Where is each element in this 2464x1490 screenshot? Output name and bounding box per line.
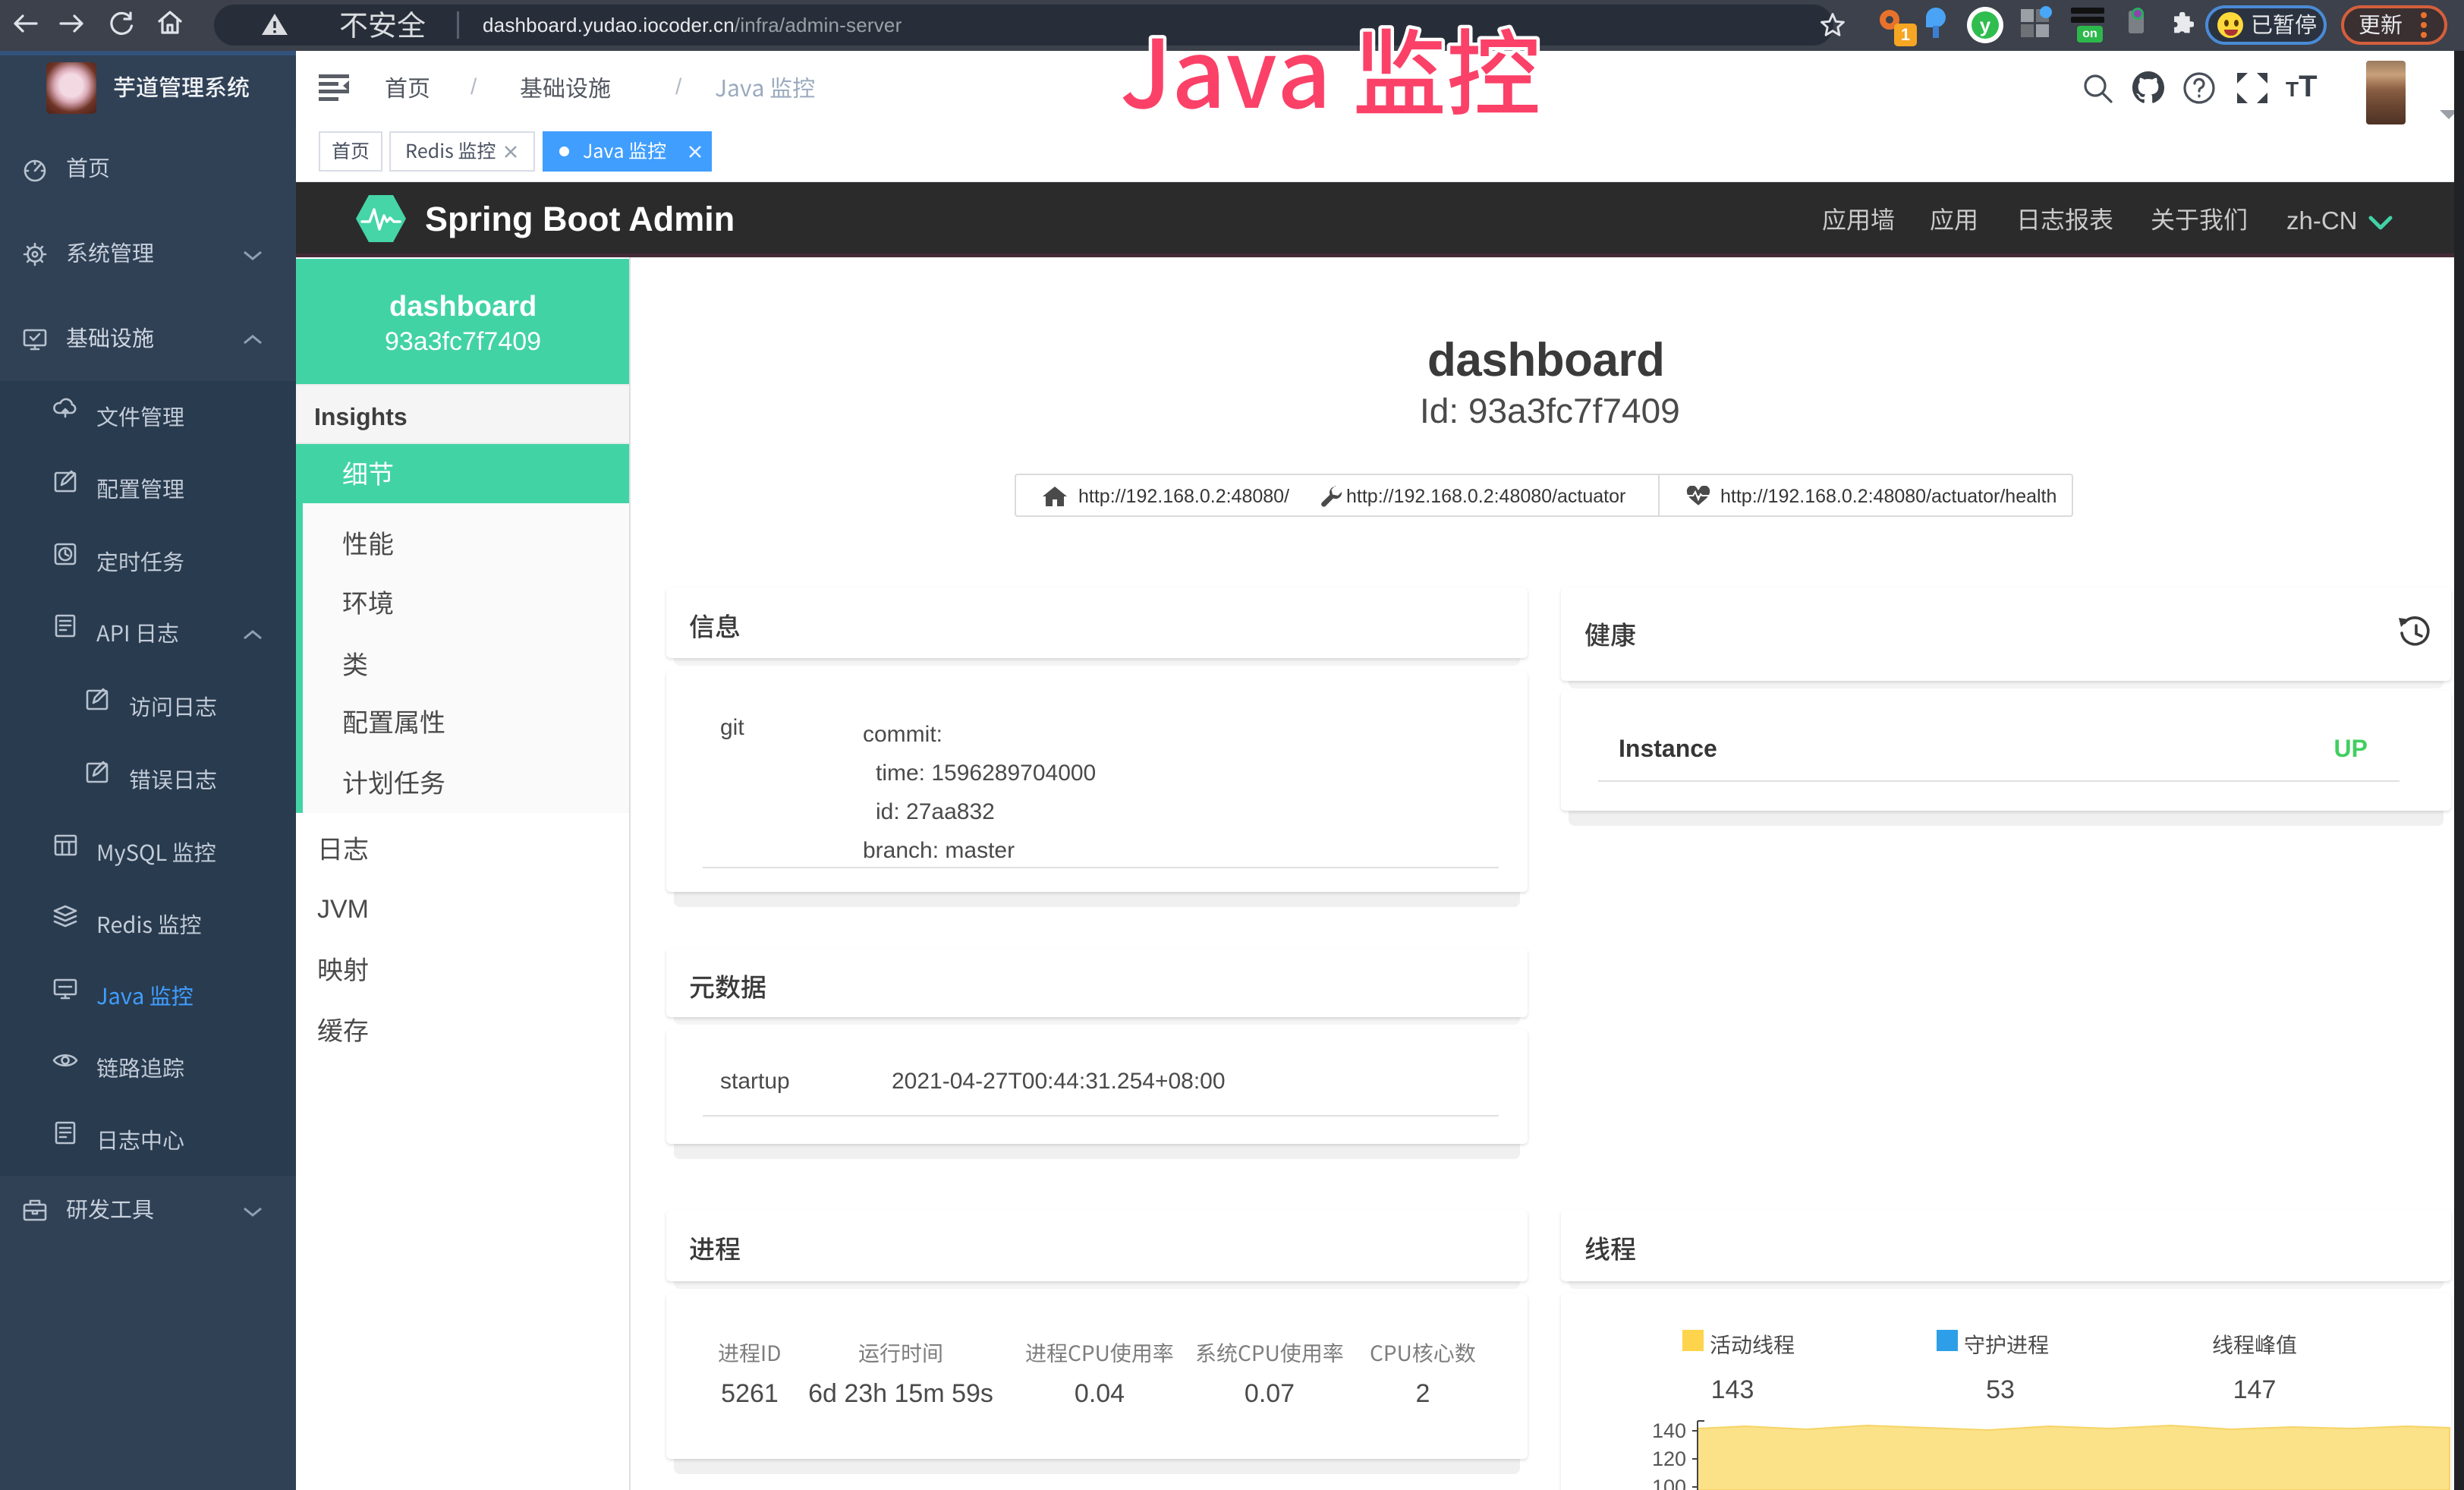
svg-text:140: 140 — [1652, 1419, 1686, 1442]
svg-text:100: 100 — [1652, 1476, 1686, 1490]
svg-text:120: 120 — [1652, 1447, 1686, 1470]
